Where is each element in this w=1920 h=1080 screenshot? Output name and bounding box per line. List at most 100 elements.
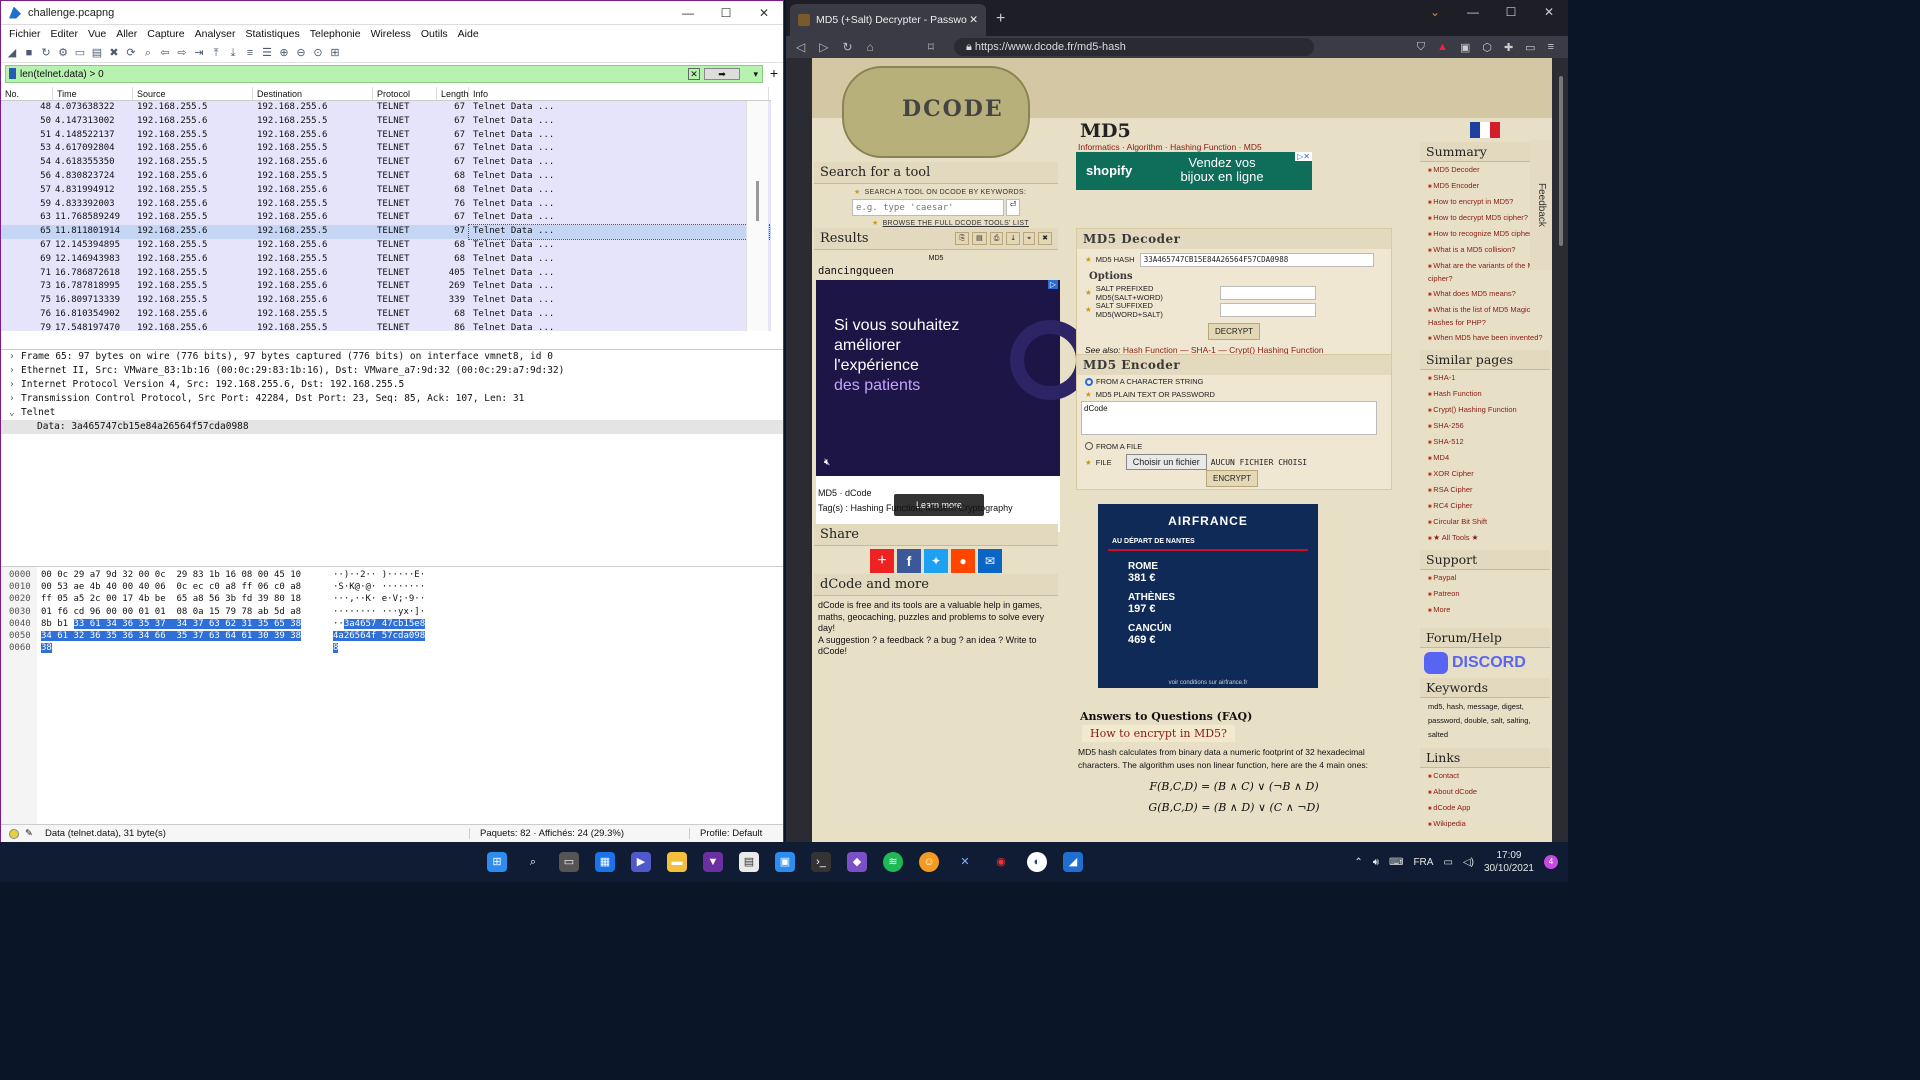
- similar-page-link[interactable]: RSA Cipher: [1420, 482, 1550, 498]
- close-icon[interactable]: ✖: [1038, 232, 1052, 245]
- detail-frame[interactable]: › Frame 65: 97 bytes on wire (776 bits), …: [1, 350, 783, 364]
- search-icon[interactable]: ⌕: [523, 852, 543, 872]
- search-submit-icon[interactable]: ⏎: [1006, 199, 1020, 216]
- summary-link[interactable]: What is the list of MD5 Magic Hashes for…: [1420, 302, 1550, 330]
- print-icon[interactable]: ⎙: [989, 232, 1004, 245]
- vpn-icon[interactable]: ◐: [1027, 852, 1047, 872]
- salt-suffix-input[interactable]: [1219, 302, 1316, 317]
- packet-row[interactable]: 51 4.148522137 192.168.255.5 192.168.255.6 T…: [1, 128, 771, 143]
- zoom-in-icon[interactable]: ⊕: [277, 46, 291, 60]
- menu-statistiques[interactable]: Statistiques: [240, 28, 304, 40]
- menu-icon[interactable]: ≡: [1548, 41, 1554, 54]
- go-forward-icon[interactable]: ⇨: [175, 46, 189, 60]
- clear-filter-icon[interactable]: ✕: [688, 68, 700, 80]
- facebook-icon[interactable]: f: [897, 549, 921, 573]
- share-plus-icon[interactable]: +: [870, 549, 894, 573]
- puzzle-icon[interactable]: ✚: [1504, 41, 1513, 54]
- packet-row[interactable]: 59 4.833392003 192.168.255.6 192.168.255.5 T…: [1, 197, 771, 212]
- detail-telnet[interactable]: ⌄ Telnet: [1, 406, 783, 420]
- volume-icon[interactable]: 🔊︎: [1373, 857, 1379, 868]
- menu-aide[interactable]: Aide: [453, 28, 484, 40]
- menu-analyser[interactable]: Analyser: [190, 28, 241, 40]
- menu-fichier[interactable]: Fichier: [4, 28, 46, 40]
- collapse-chevron-icon[interactable]: ⌄: [9, 406, 21, 420]
- autoscroll-icon[interactable]: ≡: [243, 46, 257, 60]
- decrypt-button[interactable]: DECRYPT: [1207, 323, 1261, 340]
- tab-search-icon[interactable]: ⌄: [1416, 0, 1454, 24]
- tab-md5[interactable]: MD5 (+Salt) Decrypter - Passwo ✕: [790, 4, 986, 36]
- packet-row[interactable]: 54 4.618355350 192.168.255.5 192.168.255.6 T…: [1, 156, 771, 170]
- md5-hash-input[interactable]: 33A465747CB15E84A26564F57CDA0988: [1139, 252, 1374, 267]
- summary-link[interactable]: When MD5 have been invented?: [1420, 330, 1550, 346]
- display-filter-bar[interactable]: len(telnet.data) > 0 ✕ ➡ ▾ +: [5, 65, 778, 83]
- footer-link[interactable]: Contact: [1420, 768, 1550, 784]
- vscode-like-icon[interactable]: ✕: [955, 852, 975, 872]
- close-button[interactable]: ✕: [745, 1, 783, 25]
- menu-capture[interactable]: Capture: [142, 28, 189, 40]
- col-time[interactable]: Time: [53, 87, 133, 100]
- packet-row[interactable]: 63 11.768589249 192.168.255.5 192.168.255.6…: [1, 211, 771, 226]
- packet-row[interactable]: 71 16.786872618 192.168.255.5 192.168.255.6…: [1, 266, 771, 281]
- teams-chat-icon[interactable]: ▶: [631, 852, 651, 872]
- maximize-button[interactable]: ☐: [707, 1, 745, 25]
- brave-shield-icon[interactable]: ⛉: [1417, 41, 1425, 54]
- packet-row[interactable]: 79 17.548197470 192.168.255.6 192.168.255.5…: [1, 321, 771, 331]
- forward-icon[interactable]: ▷: [819, 40, 828, 54]
- add-filter-button-icon[interactable]: +: [770, 65, 778, 81]
- store-icon[interactable]: ▤: [739, 852, 759, 872]
- hex-row[interactable]: 0020 ff 05 a5 2c 00 17 4b be 65 a8 56 3b …: [1, 593, 783, 605]
- col-source[interactable]: Source: [133, 87, 253, 100]
- back-icon[interactable]: ◁: [796, 40, 805, 54]
- packet-row[interactable]: 50 4.147313002 192.168.255.6 192.168.255.5 T…: [1, 114, 771, 129]
- find-packet-icon[interactable]: ⌕: [141, 46, 155, 60]
- brave-icon[interactable]: ▼: [703, 852, 723, 872]
- choose-file-button[interactable]: Choisir un fichier: [1125, 454, 1207, 470]
- notification-badge[interactable]: 4: [1544, 855, 1558, 869]
- wireshark-taskbar-icon[interactable]: ◢: [1063, 852, 1083, 872]
- first-packet-icon[interactable]: ⤒: [209, 46, 223, 60]
- app-icon[interactable]: ▣: [775, 852, 795, 872]
- edit-comment-icon[interactable]: ✎: [25, 828, 39, 839]
- menu-vue[interactable]: Vue: [83, 28, 111, 40]
- summary-link[interactable]: What does MD5 means?: [1420, 286, 1550, 302]
- widgets-icon[interactable]: ▦: [595, 852, 615, 872]
- similar-page-link[interactable]: SHA-256: [1420, 418, 1550, 434]
- dcode-logo[interactable]: DCODE: [842, 66, 1030, 158]
- brave-rewards-icon[interactable]: ▲: [1437, 41, 1448, 54]
- packet-row[interactable]: 53 4.617092804 192.168.255.6 192.168.255.5 T…: [1, 142, 771, 157]
- extension-icon[interactable]: ▣: [1460, 41, 1470, 54]
- footer-link[interactable]: Wikipedia: [1420, 816, 1550, 832]
- expand-chevron-icon[interactable]: ›: [9, 378, 21, 392]
- expand-chevron-icon[interactable]: ›: [9, 364, 21, 378]
- col-destination[interactable]: Destination: [253, 87, 373, 100]
- save-icon[interactable]: ▤: [972, 232, 987, 245]
- similar-page-link[interactable]: XOR Cipher: [1420, 466, 1550, 482]
- similar-page-link[interactable]: RC4 Cipher: [1420, 498, 1550, 514]
- detail-ip[interactable]: › Internet Protocol Version 4, Src: 192.1…: [1, 378, 783, 392]
- mute-icon[interactable]: 🔇︎: [824, 457, 830, 468]
- breadcrumb[interactable]: Informatics · Algorithm · Hashing Functi…: [1078, 142, 1390, 152]
- adchoices-icon[interactable]: ▷: [1047, 280, 1058, 289]
- close-tab-icon[interactable]: ✕: [969, 14, 978, 26]
- packet-row[interactable]: 56 4.830823724 192.168.255.6 192.168.255.5 T…: [1, 169, 771, 184]
- cube-icon[interactable]: ⬡: [1482, 41, 1492, 54]
- expert-info-icon[interactable]: [9, 828, 19, 839]
- hex-row[interactable]: 0030 01 f6 cd 96 00 00 01 01 08 0a 15 79 …: [1, 606, 783, 618]
- hex-row[interactable]: 0000 00 0c 29 a7 9d 32 00 0c 29 83 1b 16 …: [1, 569, 783, 581]
- footer-link[interactable]: dCode App: [1420, 800, 1550, 816]
- language-indicator[interactable]: FRA: [1413, 857, 1433, 868]
- similar-page-link[interactable]: ★ All Tools ★: [1420, 530, 1550, 546]
- windows-start-icon[interactable]: ⊞: [487, 852, 507, 872]
- clock[interactable]: 17:09 30/10/2021: [1484, 849, 1534, 875]
- last-packet-icon[interactable]: ⤓: [226, 46, 240, 60]
- similar-page-link[interactable]: SHA-512: [1420, 434, 1550, 450]
- browse-tools[interactable]: ★ BROWSE THE FULL DCODE TOOLS' LIST: [814, 216, 1058, 227]
- network-icon[interactable]: ▭: [1443, 857, 1452, 868]
- advertisement-airfrance[interactable]: AIRFRANCE AU DÉPART DE NANTES ROME 381 € A…: [1098, 504, 1318, 688]
- similar-page-link[interactable]: SHA-1: [1420, 370, 1550, 386]
- feedback-tab[interactable]: Feedback: [1530, 140, 1552, 270]
- keyboard-icon[interactable]: ⌨: [1389, 857, 1403, 868]
- packet-row[interactable]: 57 4.831994912 192.168.255.5 192.168.255.6 T…: [1, 183, 771, 198]
- similar-page-link[interactable]: Circular Bit Shift: [1420, 514, 1550, 530]
- encrypt-button[interactable]: ENCRYPT: [1206, 470, 1259, 487]
